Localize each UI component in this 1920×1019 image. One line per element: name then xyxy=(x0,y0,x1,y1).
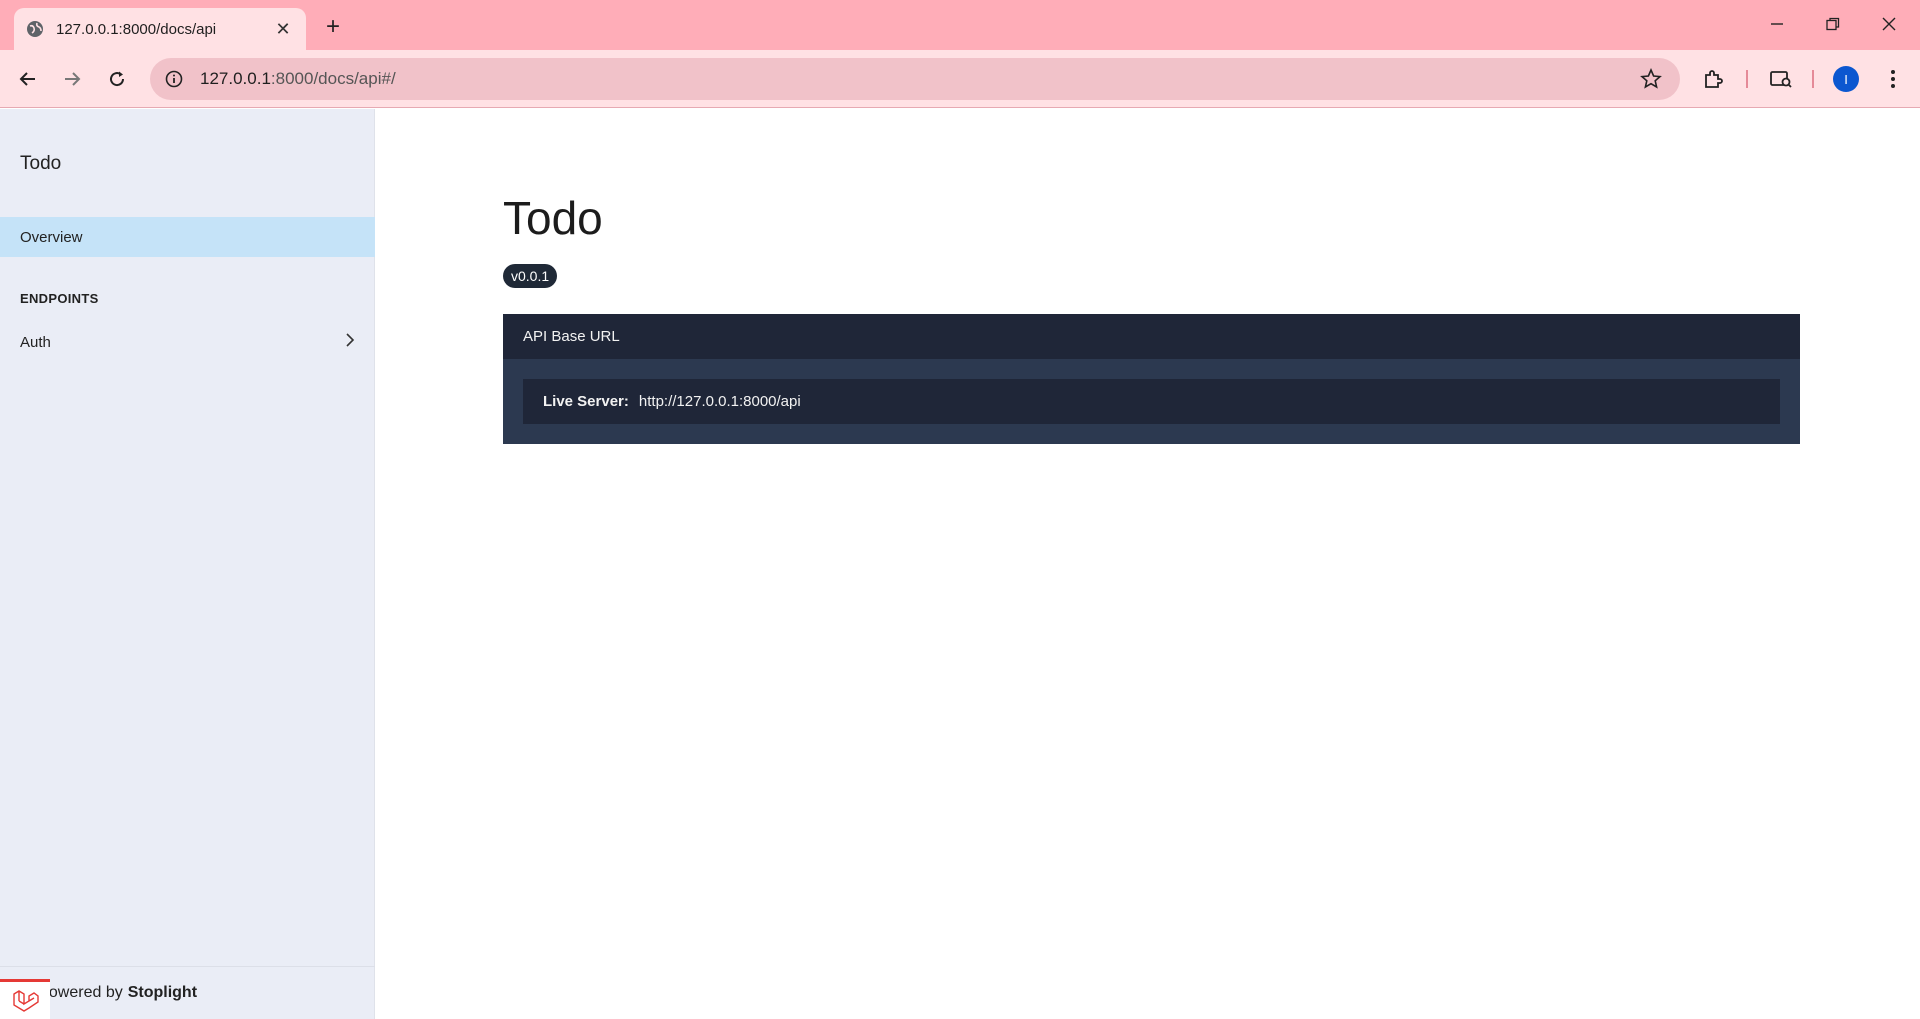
extensions-icon[interactable] xyxy=(1697,63,1729,95)
docs-sidebar: Todo Overview ENDPOINTS Auth powered by … xyxy=(0,109,375,1019)
minimize-icon[interactable] xyxy=(1750,6,1804,42)
url-text: 127.0.0.1:8000/docs/api#/ xyxy=(200,69,396,89)
server-row: Live Server: http://127.0.0.1:8000/api xyxy=(523,379,1780,424)
more-menu-icon[interactable] xyxy=(1877,63,1909,95)
server-url[interactable]: http://127.0.0.1:8000/api xyxy=(639,393,801,410)
toolbar-separator xyxy=(1746,70,1748,88)
sidebar-title[interactable]: Todo xyxy=(20,153,61,175)
page-title: Todo xyxy=(503,192,603,244)
powered-by-link[interactable]: powered by Stoplight xyxy=(0,966,375,1019)
stoplight-brand: Stoplight xyxy=(127,984,198,1001)
back-icon[interactable] xyxy=(12,63,44,95)
sidebar-section-heading: ENDPOINTS xyxy=(20,291,99,306)
sidebar-item-label: Overview xyxy=(20,228,83,246)
restore-icon[interactable] xyxy=(1806,6,1860,42)
site-info-icon[interactable] xyxy=(164,69,184,89)
close-window-icon[interactable] xyxy=(1862,6,1916,42)
reload-icon[interactable] xyxy=(101,63,133,95)
server-label: Live Server: xyxy=(543,393,629,410)
forward-icon[interactable] xyxy=(56,63,88,95)
toolbar-separator xyxy=(1812,70,1814,88)
browser-tab-strip: 127.0.0.1:8000/docs/api ✕ + xyxy=(0,0,1920,50)
version-badge: v0.0.1 xyxy=(503,264,558,288)
tab-title: 127.0.0.1:8000/docs/api xyxy=(56,20,217,38)
sidebar-item-label: Auth xyxy=(20,333,51,351)
browser-toolbar: 127.0.0.1:8000/docs/api#/ I xyxy=(0,50,1920,108)
bookmark-star-icon[interactable] xyxy=(1640,67,1662,90)
powered-by-text: powered by xyxy=(40,984,123,1001)
new-tab-button[interactable]: + xyxy=(318,12,348,42)
panel-title: API Base URL xyxy=(503,314,1800,359)
laravel-logo-icon xyxy=(0,979,50,1019)
browser-tab[interactable]: 127.0.0.1:8000/docs/api ✕ xyxy=(14,8,306,50)
close-tab-icon[interactable]: ✕ xyxy=(272,18,294,40)
tab-search-icon[interactable] xyxy=(1765,63,1797,95)
docs-content: Todo v0.0.1 API Base URL Live Server: ht… xyxy=(376,109,1920,1019)
api-base-url-panel: API Base URL Live Server: http://127.0.0… xyxy=(503,314,1800,444)
sidebar-item-overview[interactable]: Overview xyxy=(0,217,375,257)
chevron-right-icon xyxy=(345,333,355,351)
address-bar[interactable]: 127.0.0.1:8000/docs/api#/ xyxy=(150,58,1680,100)
url-host: 127.0.0.1 xyxy=(200,69,271,88)
profile-avatar[interactable]: I xyxy=(1833,66,1859,92)
sidebar-item-auth[interactable]: Auth xyxy=(0,324,375,360)
globe-icon xyxy=(26,20,44,38)
url-path: :8000/docs/api#/ xyxy=(270,69,396,88)
